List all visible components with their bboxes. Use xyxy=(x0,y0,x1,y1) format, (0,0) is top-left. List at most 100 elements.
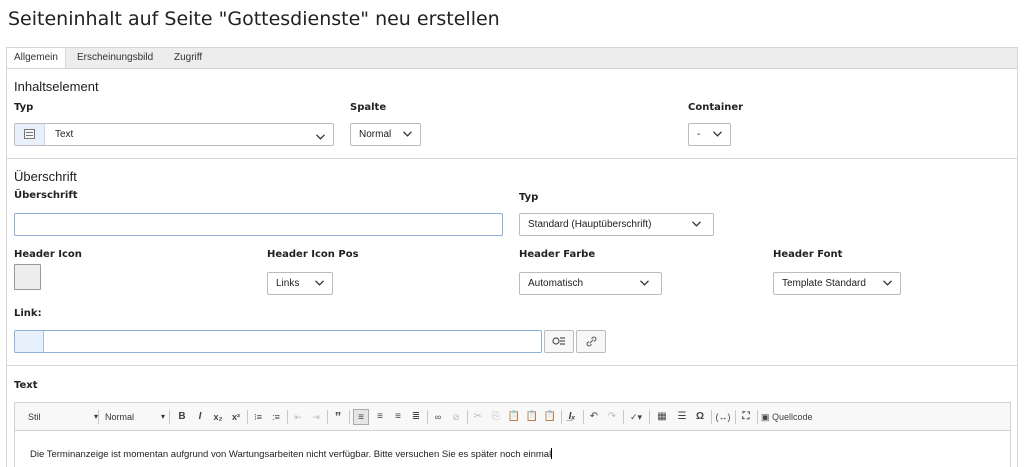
container-label: Container xyxy=(688,102,744,113)
spalte-label: Spalte xyxy=(350,102,387,113)
spellcheck-icon[interactable]: ✓▾ xyxy=(627,409,645,425)
align-left-icon[interactable]: ≡ xyxy=(353,409,369,425)
heading-typ-label: Typ xyxy=(519,192,539,203)
toolbar-separator xyxy=(327,410,328,424)
header-icon-label: Header Icon xyxy=(14,249,82,260)
ueberschrift-title: Überschrift xyxy=(14,169,77,184)
header-font-value: Template Standard xyxy=(782,278,866,289)
form-panel: Inhaltselement Typ Text Spalte Normal Co… xyxy=(6,68,1018,467)
maximize-icon[interactable]: ⛶ xyxy=(739,409,753,425)
superscript-icon[interactable]: x² xyxy=(229,409,243,425)
blockquote-icon[interactable]: ” xyxy=(331,409,345,425)
cut-icon[interactable]: ✂ xyxy=(471,409,485,425)
toolbar-separator xyxy=(467,410,468,424)
align-right-icon[interactable]: ≡ xyxy=(391,409,405,425)
toolbar-separator xyxy=(287,410,288,424)
redo-icon[interactable]: ↷ xyxy=(605,409,619,425)
toolbar-separator xyxy=(711,410,712,424)
header-font-label: Header Font xyxy=(773,249,843,260)
header-icon-pos-value: Links xyxy=(276,278,300,289)
link-browser-button[interactable] xyxy=(544,330,574,353)
chevron-down-icon xyxy=(713,124,722,145)
chevron-down-icon xyxy=(403,124,412,145)
unlink-icon[interactable]: ⊘ xyxy=(449,409,463,425)
header-font-select[interactable]: Template Standard xyxy=(773,272,901,295)
style-combo-value: Stil xyxy=(28,412,41,422)
text-caret xyxy=(551,448,553,459)
toolbar-separator xyxy=(349,410,350,424)
paste-word-icon[interactable]: 📋 xyxy=(543,409,557,425)
special-char-icon[interactable]: Ω xyxy=(693,409,707,425)
horizontal-line-icon[interactable]: ☰ xyxy=(675,409,689,425)
source-icon: ▣ xyxy=(761,412,770,422)
bulleted-list-icon[interactable]: :≡ xyxy=(269,409,283,425)
remove-format-icon[interactable]: I̲ₓ xyxy=(565,409,579,425)
clear-link-button[interactable] xyxy=(576,330,606,353)
undo-icon[interactable]: ↶ xyxy=(587,409,601,425)
typ-label: Typ xyxy=(14,102,34,113)
tab-erscheinungsbild[interactable]: Erscheinungsbild xyxy=(70,48,160,69)
toolbar-separator xyxy=(735,410,736,424)
paste-text-icon[interactable]: 📋 xyxy=(525,409,539,425)
style-combo[interactable]: Stil ▾ xyxy=(28,409,98,425)
chevron-down-icon xyxy=(883,273,892,294)
paste-icon[interactable]: 📋 xyxy=(507,409,521,425)
toolbar-separator xyxy=(649,410,650,424)
source-button[interactable]: ▣ Quellcode xyxy=(761,409,831,425)
container-select-value: - xyxy=(697,129,701,140)
outdent-icon[interactable]: ⇤ xyxy=(291,409,305,425)
copy-icon[interactable]: ⎘ xyxy=(489,409,503,425)
align-justify-icon[interactable]: ≣ xyxy=(409,409,423,425)
indent-icon[interactable]: ⇥ xyxy=(309,409,323,425)
tab-bar: Allgemein Erscheinungsbild Zugriff xyxy=(6,47,1018,70)
spalte-select[interactable]: Normal xyxy=(350,123,421,146)
rte-text: Die Terminanzeige ist momentan aufgrund … xyxy=(30,449,552,460)
spalte-select-value: Normal xyxy=(359,129,392,140)
rte-editor[interactable]: Stil ▾ Normal ▾ B I x₂ x² ⁝≡ :≡ ⇤ ⇥ ” ≡ … xyxy=(14,402,1011,467)
heading-input[interactable] xyxy=(14,213,503,236)
toolbar-separator xyxy=(561,410,562,424)
chevron-down-icon xyxy=(316,129,325,143)
header-icon-picker[interactable] xyxy=(14,264,41,290)
chevron-down-icon xyxy=(315,273,324,294)
toolbar-separator xyxy=(427,410,428,424)
format-combo[interactable]: Normal ▾ xyxy=(105,409,165,425)
typ-select[interactable]: Text xyxy=(14,123,334,146)
link-prefix-icon xyxy=(15,331,44,352)
toolbar-separator xyxy=(623,410,624,424)
numbered-list-icon[interactable]: ⁝≡ xyxy=(251,409,265,425)
heading-label: Überschrift xyxy=(14,190,78,201)
align-center-icon[interactable]: ≡ xyxy=(373,409,387,425)
tab-zugriff[interactable]: Zugriff xyxy=(167,48,209,69)
rte-content[interactable]: Die Terminanzeige ist momentan aufgrund … xyxy=(30,448,553,460)
page-title: Seiteninhalt auf Seite "Gottesdienste" n… xyxy=(8,8,500,30)
container-select[interactable]: - xyxy=(688,123,731,146)
link-browser-icon xyxy=(552,337,565,345)
header-icon-pos-select[interactable]: Links xyxy=(267,272,333,295)
toolbar-separator xyxy=(98,410,99,424)
combo-arrow-icon: ▾ xyxy=(160,412,165,421)
subscript-icon[interactable]: x₂ xyxy=(211,409,225,425)
link-input[interactable] xyxy=(14,330,542,353)
heading-typ-select-value: Standard (Hauptüberschrift) xyxy=(528,219,652,230)
link-icon[interactable]: ∞ xyxy=(431,409,445,425)
rte-toolbar: Stil ▾ Normal ▾ B I x₂ x² ⁝≡ :≡ ⇤ ⇥ ” ≡ … xyxy=(15,403,1010,431)
header-icon-pos-label: Header Icon Pos xyxy=(267,249,359,260)
heading-typ-select[interactable]: Standard (Hauptüberschrift) xyxy=(519,213,714,236)
chevron-down-icon xyxy=(692,214,701,235)
tab-allgemein[interactable]: Allgemein xyxy=(7,48,66,70)
toolbar-separator xyxy=(247,410,248,424)
bold-icon[interactable]: B xyxy=(175,409,189,425)
toolbar-separator xyxy=(169,410,170,424)
header-farbe-select[interactable]: Automatisch xyxy=(519,272,662,295)
header-farbe-value: Automatisch xyxy=(528,278,584,289)
link-label: Link: xyxy=(14,308,42,319)
soft-hyphen-icon[interactable]: (↔) xyxy=(715,409,731,425)
source-label: Quellcode xyxy=(772,412,813,422)
chevron-down-icon xyxy=(640,273,649,294)
table-icon[interactable]: ▦ xyxy=(653,409,671,425)
link-icon xyxy=(586,336,596,347)
header-farbe-label: Header Farbe xyxy=(519,249,596,260)
italic-icon[interactable]: I xyxy=(193,409,207,425)
text-label: Text xyxy=(14,380,38,391)
